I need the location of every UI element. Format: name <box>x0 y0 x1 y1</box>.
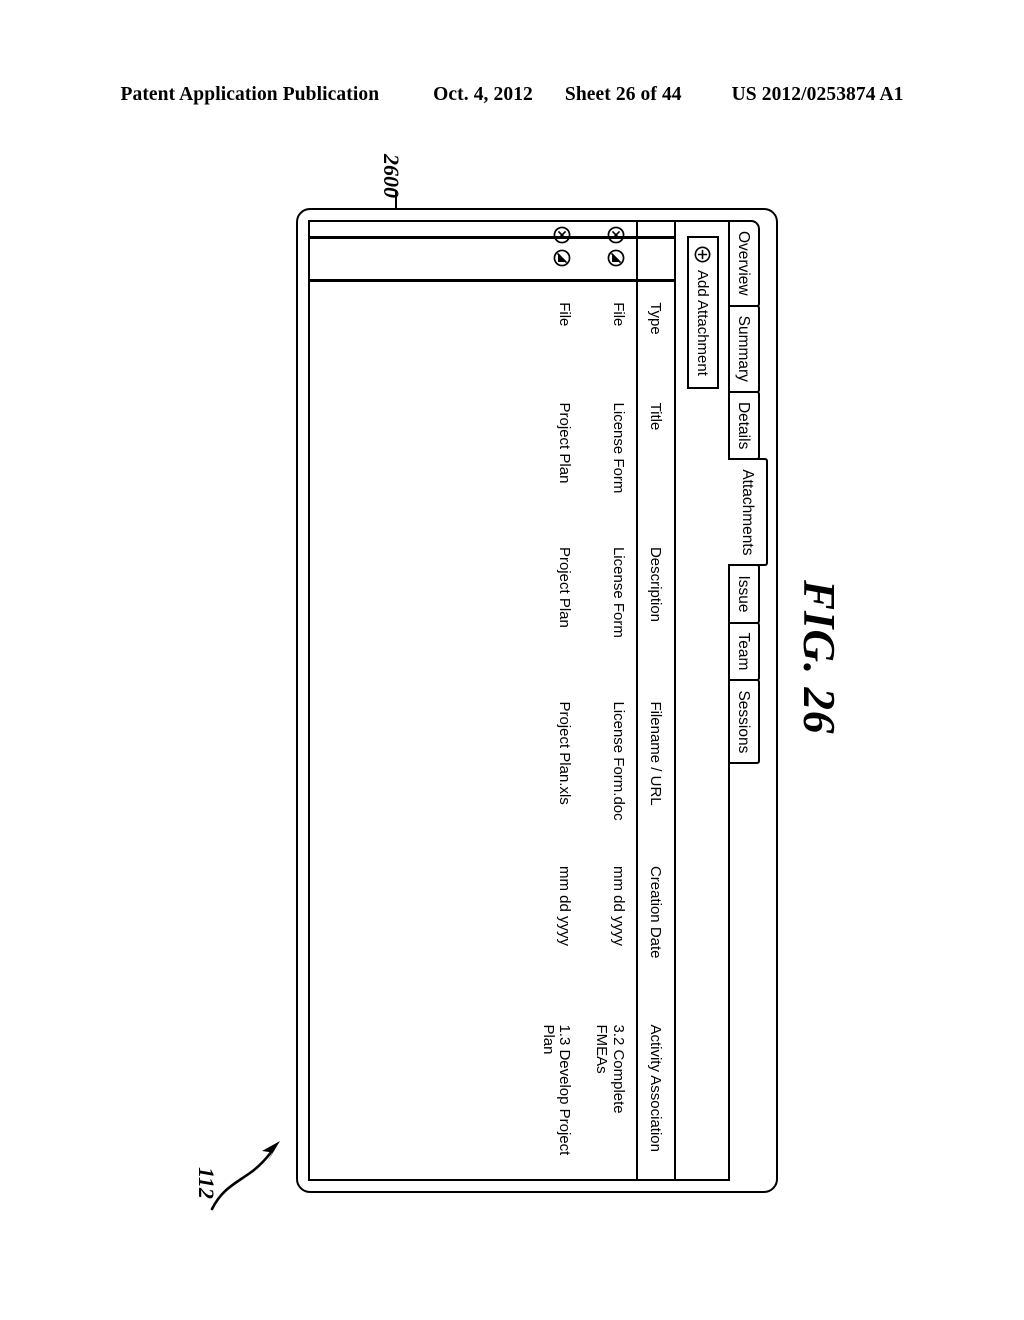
tab-summary-label: Summary <box>735 315 752 382</box>
reference-numeral-2600-label: 2600 <box>379 154 404 198</box>
patent-sheet-header: Patent Application Publication Oct. 4, 2… <box>0 84 1024 106</box>
cell-filename-url: Project Plan.xls <box>556 701 574 805</box>
tab-overview-label: Overview <box>735 231 752 296</box>
cell-activity-association-line2: Plan <box>539 1024 557 1055</box>
cell-type: File <box>556 302 574 327</box>
tab-attachments[interactable]: Attachments <box>728 458 768 567</box>
tab-summary[interactable]: Summary <box>728 304 760 393</box>
reference-numeral-112: 112 <box>186 1141 296 1250</box>
tab-overview[interactable]: Overview <box>728 220 760 307</box>
row-actions-cell <box>529 222 583 294</box>
circled-plus-icon <box>695 246 711 263</box>
circled-slash-icon[interactable] <box>607 249 625 267</box>
column-header-filename-url: Filename / URL <box>637 697 674 862</box>
column-header-creation-date: Creation Date <box>637 861 674 1021</box>
patent-publication-number: US 2012/0253874 A1 <box>731 84 904 105</box>
tab-team-label: Team <box>735 632 752 671</box>
cell-title: Project Plan <box>556 402 574 484</box>
add-attachment-label: Add Attachment <box>694 270 712 376</box>
cell-type: File <box>610 302 627 327</box>
figure-caption: FIG. 26 <box>794 580 844 735</box>
table-row[interactable]: File Project Plan Project Plan Project P… <box>529 222 583 1179</box>
cell-filename-url: License Form.doc <box>610 701 627 821</box>
circled-x-icon[interactable] <box>607 226 625 244</box>
publication-label: Patent Application Publication <box>120 84 380 105</box>
circled-slash-icon[interactable] <box>553 249 571 267</box>
attachments-toolbar: Add Attachment <box>676 222 728 1179</box>
tab-team[interactable]: Team <box>728 621 760 682</box>
table-header-row: Type Title Description Filename / URL Cr… <box>637 222 674 1179</box>
column-header-activity-association: Activity Association <box>637 1020 674 1179</box>
column-header-actions <box>637 222 674 295</box>
column-header-type: Type <box>637 294 674 399</box>
column-header-description: Description <box>637 542 674 698</box>
table-row[interactable]: File License Form License Form License F… <box>582 222 637 1179</box>
tab-issue-label: Issue <box>735 575 752 613</box>
tab-details[interactable]: Details <box>728 390 760 461</box>
tab-sessions-label: Sessions <box>735 690 752 754</box>
tab-issue[interactable]: Issue <box>728 564 760 624</box>
table-actions-divider <box>310 279 674 282</box>
tab-bar: Overview Summary Details Attachments Iss… <box>728 220 768 765</box>
window-frame: Overview Summary Details Attachments Iss… <box>296 208 778 1193</box>
cell-activity-association-line1: 1.3 Develop Project <box>556 1024 574 1156</box>
cell-description: Project Plan <box>556 546 574 628</box>
cell-activity-association-line1: 3.2 Complete <box>610 1024 627 1114</box>
cell-activity-association-line2: FMEAs <box>593 1024 611 1074</box>
attachments-window: Overview Summary Details Attachments Iss… <box>296 208 778 1193</box>
sheet-number: Sheet 26 of 44 <box>564 84 682 105</box>
tab-attachments-label: Attachments <box>739 469 756 556</box>
cell-description: License Form <box>610 546 627 638</box>
cell-activity-association: 3.2 Complete FMEAs <box>582 1020 637 1179</box>
cell-activity-association: 1.3 Develop Project Plan <box>529 1020 583 1179</box>
tab-details-label: Details <box>735 401 752 450</box>
table-left-rule <box>310 236 674 239</box>
cell-creation-date: mm dd yyyy <box>556 865 574 946</box>
add-attachment-button[interactable]: Add Attachment <box>687 236 719 389</box>
cell-creation-date: mm dd yyyy <box>610 865 627 946</box>
column-header-title: Title <box>637 398 674 543</box>
cell-title: License Form <box>610 402 627 494</box>
row-actions-cell <box>582 222 637 294</box>
attachments-table: Type Title Description Filename / URL Cr… <box>310 222 676 1179</box>
circled-x-icon[interactable] <box>553 226 571 244</box>
tab-sessions[interactable]: Sessions <box>728 679 760 765</box>
reference-arrow-icon <box>210 1141 280 1211</box>
attachments-content-panel: Add Attachment Type Title Description Fi… <box>308 220 730 1181</box>
publication-date: Oct. 4, 2012 <box>433 84 533 105</box>
